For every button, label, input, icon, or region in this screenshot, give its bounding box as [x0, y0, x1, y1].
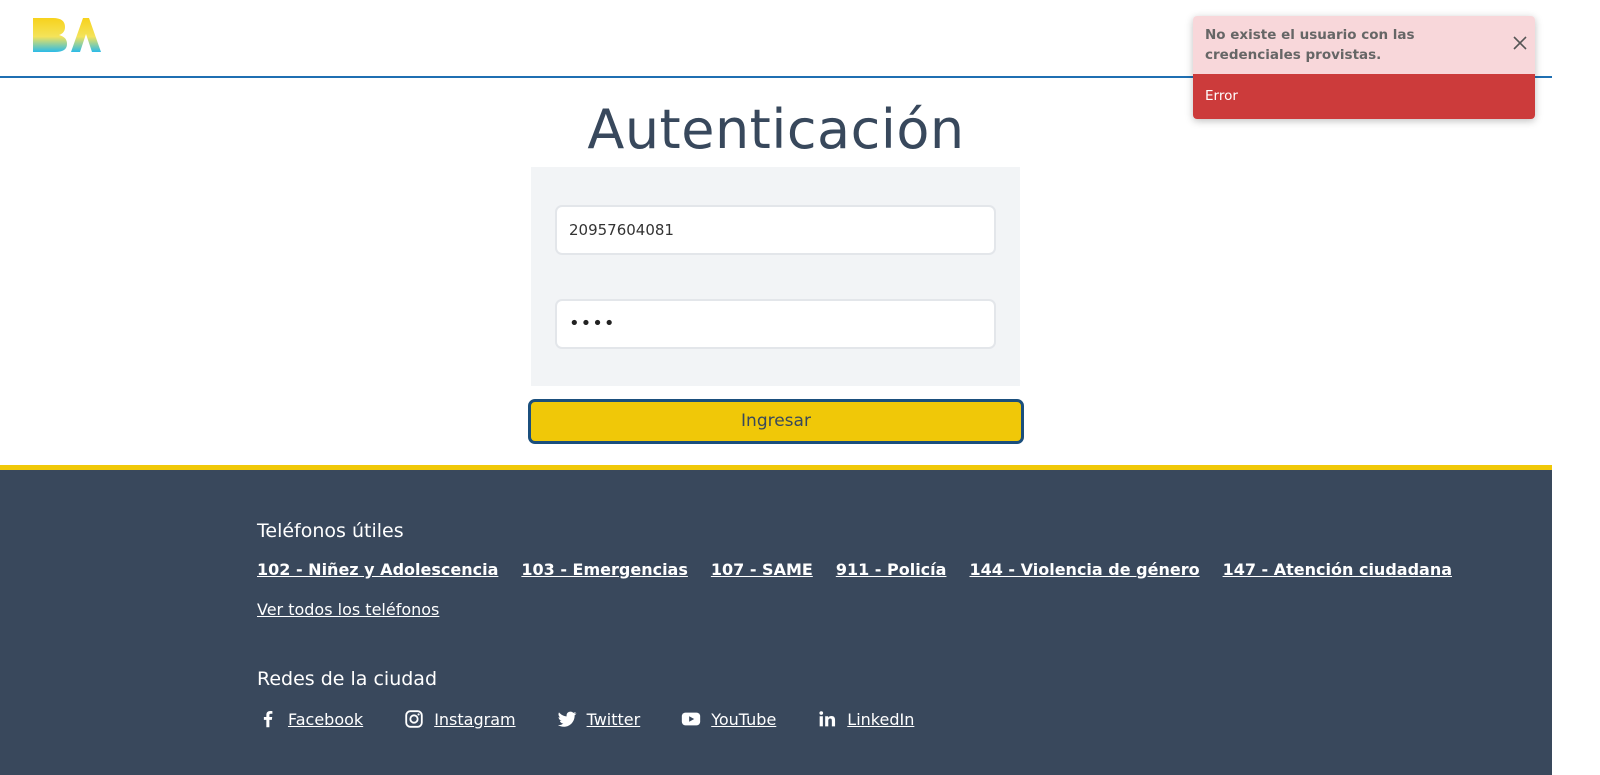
linkedin-icon: [819, 711, 836, 727]
social-heading: Redes de la ciudad: [257, 668, 438, 690]
toast-status: Error: [1193, 74, 1535, 119]
submit-button[interactable]: Ingresar: [528, 399, 1024, 444]
social-label: Twitter: [586, 709, 641, 729]
twitter-icon: [557, 711, 577, 727]
social-label: Facebook: [288, 709, 364, 729]
social-link-youtube[interactable]: YouTube: [680, 708, 776, 730]
phone-link-102[interactable]: 102 - Niñez y Adolescencia: [257, 560, 498, 579]
instagram-icon: [405, 710, 423, 728]
phone-link-147[interactable]: 147 - Atención ciudadana: [1223, 560, 1452, 579]
scrollbar-gutter: [1552, 0, 1600, 775]
error-toast: No existe el usuario con las credenciale…: [1193, 16, 1535, 119]
social-links: Facebook Instagram Twitter YouTube Linke…: [257, 708, 914, 730]
phone-link-107[interactable]: 107 - SAME: [711, 560, 813, 579]
social-link-linkedin[interactable]: LinkedIn: [816, 708, 914, 730]
login-form: 20957604081 ••••: [531, 167, 1020, 386]
toast-message: No existe el usuario con las credenciale…: [1193, 16, 1535, 74]
phone-links: 102 - Niñez y Adolescencia 103 - Emergen…: [257, 560, 1452, 579]
phone-link-103[interactable]: 103 - Emergencias: [521, 560, 688, 579]
social-link-twitter[interactable]: Twitter: [556, 708, 641, 730]
social-label: LinkedIn: [847, 709, 915, 729]
all-phones-link[interactable]: Ver todos los teléfonos: [257, 600, 439, 619]
username-input[interactable]: 20957604081: [555, 205, 996, 255]
phones-heading: Teléfonos útiles: [257, 520, 404, 542]
ba-logo-icon[interactable]: [31, 16, 101, 54]
site-footer: Teléfonos útiles 102 - Niñez y Adolescen…: [0, 465, 1552, 775]
password-input[interactable]: ••••: [555, 299, 996, 349]
social-label: YouTube: [711, 709, 777, 729]
phone-link-911[interactable]: 911 - Policía: [836, 560, 947, 579]
social-link-facebook[interactable]: Facebook: [257, 708, 363, 730]
close-icon[interactable]: [1511, 34, 1529, 52]
youtube-icon: [682, 712, 701, 726]
social-label: Instagram: [434, 709, 516, 729]
social-link-instagram[interactable]: Instagram: [403, 708, 516, 730]
facebook-icon: [263, 711, 273, 728]
phone-link-144[interactable]: 144 - Violencia de género: [969, 560, 1199, 579]
